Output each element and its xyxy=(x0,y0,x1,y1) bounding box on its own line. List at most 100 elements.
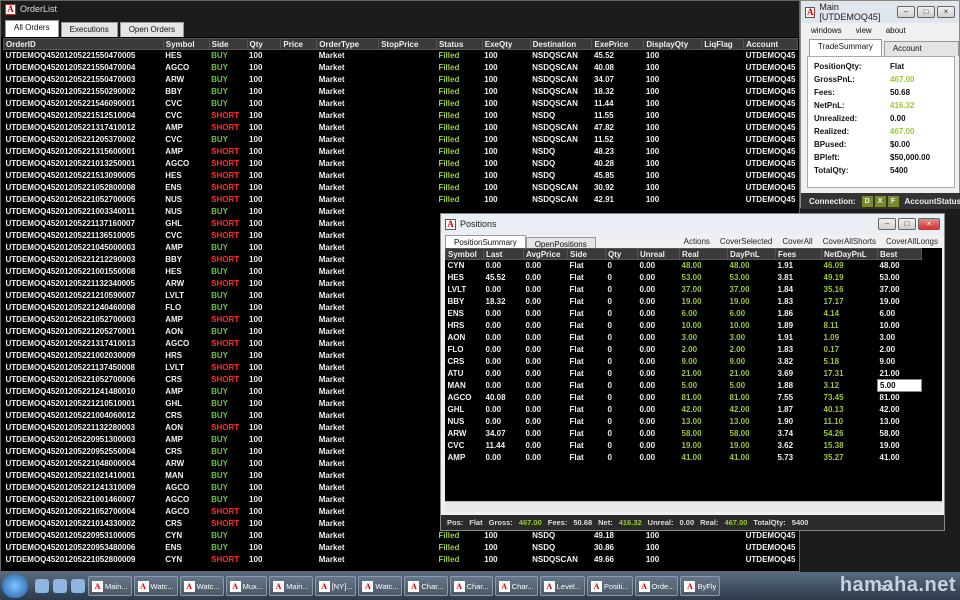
table-row[interactable]: UTDEMOQ45201205221315600001 AMP SHORT 100 Ma… xyxy=(4,146,798,158)
taskbar-item[interactable]: A Char... xyxy=(404,576,448,596)
column-header-account[interactable]: Account xyxy=(743,38,798,50)
column-header-unreal[interactable]: Unreal xyxy=(637,248,680,260)
column-header-displayqty[interactable]: DisplayQty xyxy=(643,38,703,50)
table-row[interactable]: UTDEMOQ45201205221550470005 HES BUY 100 Mark… xyxy=(4,50,798,62)
tab-trade-summary[interactable]: TradeSummary xyxy=(809,39,882,56)
column-header-side[interactable]: Side xyxy=(567,248,606,260)
table-row[interactable]: HES 45.52 0.00 Flat 0 0.00 53.00 53.00 3.81 49.19… xyxy=(446,272,922,284)
table-row[interactable]: UTDEMOQ45201205221550470003 ARW BUY 100 Mark… xyxy=(4,74,798,86)
table-row[interactable]: GHL 0.00 0.00 Flat 0 0.00 42.00 42.00 1.87 40.13 4… xyxy=(446,404,922,416)
horizontal-scrollbar[interactable] xyxy=(445,501,942,512)
table-row[interactable]: CVC 11.44 0.00 Flat 0 0.00 19.00 19.00 3.62 15.38… xyxy=(446,440,922,452)
table-row[interactable]: UTDEMOQ45201205221052800008 ENS SHORT 100 Ma… xyxy=(4,182,798,194)
table-row[interactable]: UTDEMOQ45201205220953480006 ENS BUY 100 Mark… xyxy=(4,542,798,554)
column-header-fees[interactable]: Fees xyxy=(775,248,822,260)
start-button[interactable] xyxy=(2,574,28,598)
table-row[interactable]: CYN 0.00 0.00 Flat 0 0.00 48.00 48.00 1.91 46.09 4… xyxy=(446,260,922,272)
conn-d-button[interactable]: D xyxy=(861,195,873,207)
table-row[interactable]: HRS 0.00 0.00 Flat 0 0.00 10.00 10.00 1.89 8.11 10… xyxy=(446,320,922,332)
taskbar-item[interactable]: A Positi... xyxy=(586,576,633,596)
cover-selected-button[interactable]: CoverSelected xyxy=(720,237,772,246)
table-row[interactable]: BBY 18.32 0.00 Flat 0 0.00 19.00 19.00 1.83 17.17… xyxy=(446,296,922,308)
table-row[interactable]: UTDEMOQ45201205221052700005 NUS SHORT 100 Ma… xyxy=(4,194,798,206)
taskbar-item[interactable]: A Main... xyxy=(88,576,132,596)
taskbar-item[interactable]: A [NY]... xyxy=(314,576,357,596)
table-row[interactable]: ARW 34.07 0.00 Flat 0 0.00 58.00 58.00 3.74 54.26… xyxy=(446,428,922,440)
column-header-orderid[interactable]: OrderID xyxy=(3,38,164,50)
table-row[interactable]: UTDEMOQ45201205221317410012 AMP SHORT 100 Ma… xyxy=(4,122,798,134)
taskbar-item[interactable]: A Watc... xyxy=(179,576,224,596)
column-header-daypnl[interactable]: DayPnL xyxy=(727,248,776,260)
column-header-qty[interactable]: Qty xyxy=(246,38,282,50)
table-row[interactable]: UTDEMOQ45201205221512510004 CVC SHORT 100 Ma… xyxy=(4,110,798,122)
table-row[interactable]: UTDEMOQ45201205221052800009 CYN SHORT 100 Ma… xyxy=(4,554,798,566)
table-row[interactable]: UTDEMOQ45201205221546090001 CVC BUY 100 Mark… xyxy=(4,98,798,110)
menu-view[interactable]: view xyxy=(856,26,872,36)
tab-all-orders[interactable]: All Orders xyxy=(5,20,59,37)
column-header-best[interactable]: Best xyxy=(877,248,922,260)
positions-grid[interactable]: Symbol Last AvgPrice Side Qty Unreal Real DayPn… xyxy=(445,248,942,511)
column-header-stopprice[interactable]: StopPrice xyxy=(378,38,437,50)
table-row[interactable]: ATU 0.00 0.00 Flat 0 0.00 21.00 21.00 3.69 17.31 2… xyxy=(446,368,922,380)
menu-about[interactable]: about xyxy=(886,26,906,36)
table-row[interactable]: AMP 0.00 0.00 Flat 0 0.00 41.00 41.00 5.73 35.27 4… xyxy=(446,452,922,464)
table-row[interactable]: FLO 0.00 0.00 Flat 0 0.00 2.00 2.00 1.83 0.17 2.00 xyxy=(446,344,922,356)
table-row[interactable]: LVLT 0.00 0.00 Flat 0 0.00 37.00 37.00 1.84 35.16… xyxy=(446,284,922,296)
column-header-exeprice[interactable]: ExePrice xyxy=(591,38,645,50)
table-row[interactable]: UTDEMOQ45201205221550290002 BBY BUY 100 Mark… xyxy=(4,86,798,98)
column-header-qty[interactable]: Qty xyxy=(605,248,638,260)
column-header-symbol[interactable]: Symbol xyxy=(445,248,484,260)
taskbar-item[interactable]: A Char... xyxy=(449,576,493,596)
close-button[interactable]: × xyxy=(937,6,955,18)
table-row[interactable]: UTDEMOQ45201205221513090005 HES SHORT 100 Ma… xyxy=(4,170,798,182)
cover-all-shorts-button[interactable]: CoverAllShorts xyxy=(823,237,876,246)
table-row[interactable]: ENS 0.00 0.00 Flat 0 0.00 6.00 6.00 1.86 4.14 6.00 xyxy=(446,308,922,320)
tab-account-parameters[interactable]: Account Parameters xyxy=(883,41,959,67)
taskbar-item[interactable]: A Mux... xyxy=(225,576,268,596)
ie-icon[interactable] xyxy=(35,579,49,593)
column-header-symbol[interactable]: Symbol xyxy=(162,38,210,50)
column-header-exeqty[interactable]: ExeQty xyxy=(481,38,531,50)
table-row[interactable]: UTDEMOQ45201205221013250001 AGCO SHORT 100 M… xyxy=(4,158,798,170)
column-header-liqflag[interactable]: LiqFlag xyxy=(701,38,745,50)
minimize-button[interactable]: – xyxy=(878,218,896,230)
menu-windows[interactable]: windows xyxy=(811,26,842,36)
conn-x-button[interactable]: X xyxy=(874,195,886,207)
taskbar-item[interactable]: A Level... xyxy=(539,576,585,596)
column-header-real[interactable]: Real xyxy=(679,248,728,260)
column-header-side[interactable]: Side xyxy=(208,38,248,50)
table-row[interactable]: CRS 0.00 0.00 Flat 0 0.00 9.00 9.00 3.82 5.18 9.00 xyxy=(446,356,922,368)
table-row[interactable]: AGCO 40.08 0.00 Flat 0 0.00 81.00 81.00 7.55 73.4… xyxy=(446,392,922,404)
table-row[interactable]: UTDEMOQ45201205221205370002 CVC BUY 100 Mark… xyxy=(4,134,798,146)
column-header-avgprice[interactable]: AvgPrice xyxy=(523,248,568,260)
maximize-button[interactable]: □ xyxy=(898,218,916,230)
conn-f-button[interactable]: F xyxy=(887,195,899,207)
media-icon[interactable] xyxy=(71,579,85,593)
tab-executions[interactable]: Executions xyxy=(60,22,118,37)
taskbar-item[interactable]: A Main... xyxy=(269,576,313,596)
taskbar-item[interactable]: A Char... xyxy=(494,576,538,596)
actions-menu[interactable]: Actions xyxy=(684,237,710,246)
minimize-button[interactable]: – xyxy=(897,6,915,18)
column-header-destination[interactable]: Destination xyxy=(529,38,593,50)
column-header-ordertype[interactable]: OrderType xyxy=(316,38,380,50)
table-row[interactable]: UTDEMOQ45201205220953100005 CYN BUY 100 Mark… xyxy=(4,530,798,542)
table-row[interactable]: MAN 0.00 0.00 Flat 0 0.00 5.00 5.00 1.88 3.12 5.00 xyxy=(446,379,922,392)
cover-all-button[interactable]: CoverAll xyxy=(782,237,812,246)
column-header-netdaypnl[interactable]: NetDayPnL xyxy=(821,248,878,260)
maximize-button[interactable]: □ xyxy=(917,6,935,18)
column-header-price[interactable]: Price xyxy=(280,38,318,50)
table-row[interactable]: AON 0.00 0.00 Flat 0 0.00 3.00 3.00 1.91 1.09 3.00 xyxy=(446,332,922,344)
explorer-icon[interactable] xyxy=(53,579,67,593)
tab-open-orders[interactable]: Open Orders xyxy=(119,22,184,37)
taskbar-item[interactable]: A Watc... xyxy=(358,576,403,596)
taskbar-item[interactable]: A ByFly xyxy=(680,576,721,596)
cover-all-longs-button[interactable]: CoverAllLongs xyxy=(886,237,938,246)
close-button[interactable]: × xyxy=(918,218,940,230)
table-row[interactable]: NUS 0.00 0.00 Flat 0 0.00 13.00 13.00 1.90 11.10 1… xyxy=(446,416,922,428)
taskbar-item[interactable]: A Watc... xyxy=(133,576,178,596)
table-row[interactable]: UTDEMOQ45201205221550470004 AGCO BUY 100 Mar… xyxy=(4,62,798,74)
taskbar-item[interactable]: A Orde... xyxy=(634,576,679,596)
column-header-status[interactable]: Status xyxy=(435,38,483,50)
column-header-last[interactable]: Last xyxy=(483,248,524,260)
